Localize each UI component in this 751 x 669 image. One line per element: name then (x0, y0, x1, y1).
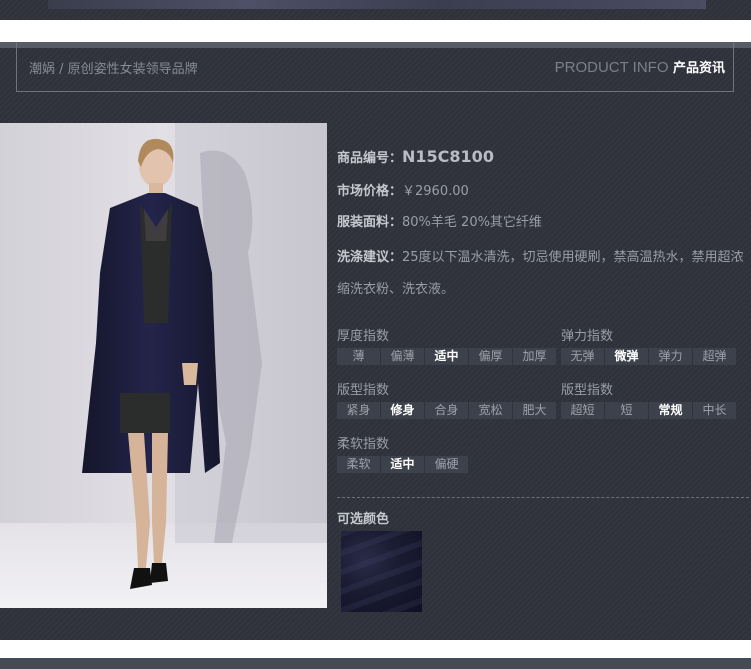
softness-option-selected: 适中 (381, 456, 424, 473)
elasticity-index-scale: 无弹 微弹 弹力 超弹 (561, 348, 736, 365)
section-header: 潮娲 / 原创姿性女装领导品牌 PRODUCT INFO 产品资讯 (16, 42, 734, 92)
fit-option: 宽松 (469, 402, 512, 419)
elasticity-option: 无弹 (561, 348, 604, 365)
top-banner-band (0, 0, 751, 20)
market-price-label: 市场价格： (337, 184, 403, 199)
fit-option-selected: 修身 (381, 402, 424, 419)
brand-tagline: 潮娲 / 原创姿性女装领导品牌 (29, 62, 198, 77)
length-index-scale: 超短 短 常规 中长 (561, 402, 736, 419)
fit-option: 合身 (425, 402, 468, 419)
color-swatch-navy[interactable] (341, 531, 422, 612)
market-price-row: 市场价格：￥2960.00 (337, 180, 469, 199)
length-index-title: 版型指数 (561, 383, 614, 398)
section-title-en: PRODUCT INFO (554, 59, 669, 76)
softness-option: 柔软 (337, 456, 380, 473)
length-option: 中长 (693, 402, 736, 419)
section-title: PRODUCT INFO 产品资讯 (555, 57, 725, 76)
softness-index-scale: 柔软 适中 偏硬 (337, 456, 468, 473)
thickness-option-selected: 适中 (425, 348, 468, 365)
thickness-index-scale: 薄 偏薄 适中 偏厚 加厚 (337, 348, 556, 365)
section-title-cn: 产品资讯 (672, 61, 725, 76)
thickness-option: 偏厚 (469, 348, 512, 365)
thickness-option: 加厚 (513, 348, 556, 365)
softness-index-title: 柔软指数 (337, 437, 390, 452)
product-photo (0, 123, 327, 608)
care-row: 洗涤建议：25度以下温水清洗，切忌使用硬刷，禁高温热水，禁用超浓缩洗衣粉、洗衣液… (337, 242, 749, 306)
product-code-label: 商品编号： (337, 151, 403, 166)
elasticity-option: 超弹 (693, 348, 736, 365)
length-option: 短 (605, 402, 648, 419)
product-code-value: N15C8100 (402, 147, 494, 166)
length-option-selected: 常规 (649, 402, 692, 419)
model-wearing-coat-image (0, 123, 327, 608)
fit-index-scale: 紧身 修身 合身 宽松 肥大 (337, 402, 556, 419)
next-section-header-rule (0, 658, 751, 669)
available-colors-label: 可选颜色 (337, 512, 390, 527)
thickness-option: 偏薄 (381, 348, 424, 365)
fabric-row: 服装面料：80%羊毛 20%其它纤维 (337, 211, 542, 230)
softness-option: 偏硬 (425, 456, 468, 473)
fabric-value: 80%羊毛 20%其它纤维 (402, 215, 542, 230)
fit-index-title: 版型指数 (337, 383, 390, 398)
elasticity-index-title: 弹力指数 (561, 329, 614, 344)
thickness-index-title: 厚度指数 (337, 329, 390, 344)
product-code-row: 商品编号：N15C8100 (337, 147, 494, 166)
elasticity-option-selected: 微弹 (605, 348, 648, 365)
market-price-value: ￥2960.00 (402, 184, 469, 199)
fit-option: 紧身 (337, 402, 380, 419)
length-option: 超短 (561, 402, 604, 419)
fabric-label: 服装面料： (337, 215, 403, 230)
care-label: 洗涤建议： (337, 250, 403, 265)
elasticity-option: 弹力 (649, 348, 692, 365)
previous-section-image-strip (48, 0, 706, 9)
dashed-divider (337, 497, 749, 498)
section-separator-bottom (0, 640, 751, 658)
thickness-option: 薄 (337, 348, 380, 365)
section-separator-top (0, 20, 751, 42)
fit-option: 肥大 (513, 402, 556, 419)
